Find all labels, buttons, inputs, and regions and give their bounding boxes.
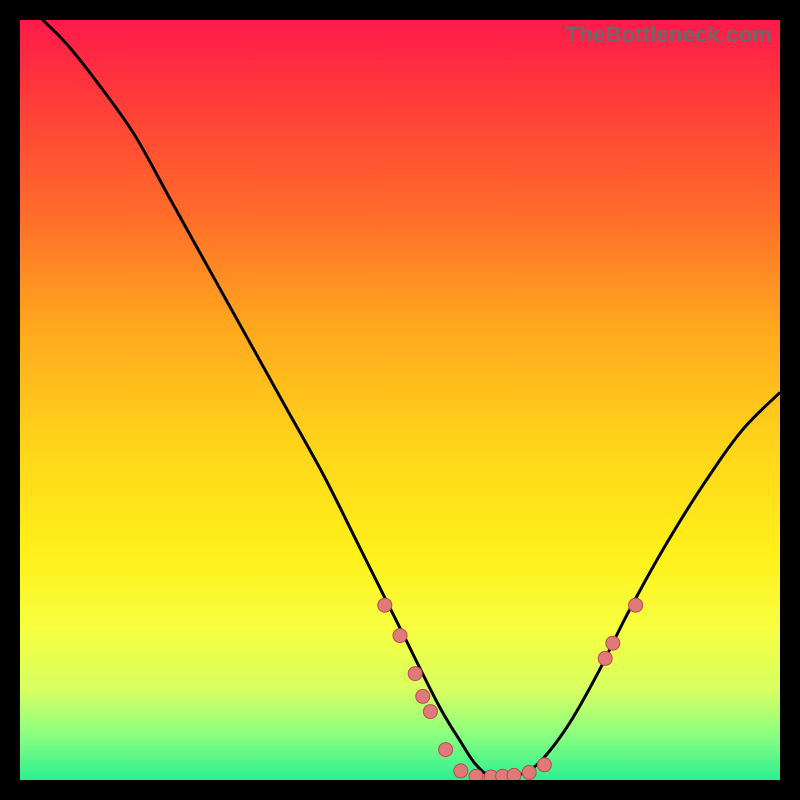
data-point: [423, 705, 437, 719]
data-point: [393, 629, 407, 643]
data-point: [454, 764, 468, 778]
data-point: [598, 651, 612, 665]
data-point: [416, 689, 430, 703]
data-point: [606, 636, 620, 650]
data-points: [378, 598, 643, 780]
data-point: [537, 758, 551, 772]
curve-layer: [20, 20, 780, 780]
data-point: [439, 743, 453, 757]
data-point: [378, 598, 392, 612]
data-point: [469, 769, 483, 780]
data-point: [522, 765, 536, 779]
data-point: [507, 768, 521, 780]
plot-area: TheBottleneck.com: [20, 20, 780, 780]
chart-frame: TheBottleneck.com: [0, 0, 800, 800]
data-point: [408, 667, 422, 681]
data-point: [629, 598, 643, 612]
bottleneck-curve: [20, 20, 780, 778]
